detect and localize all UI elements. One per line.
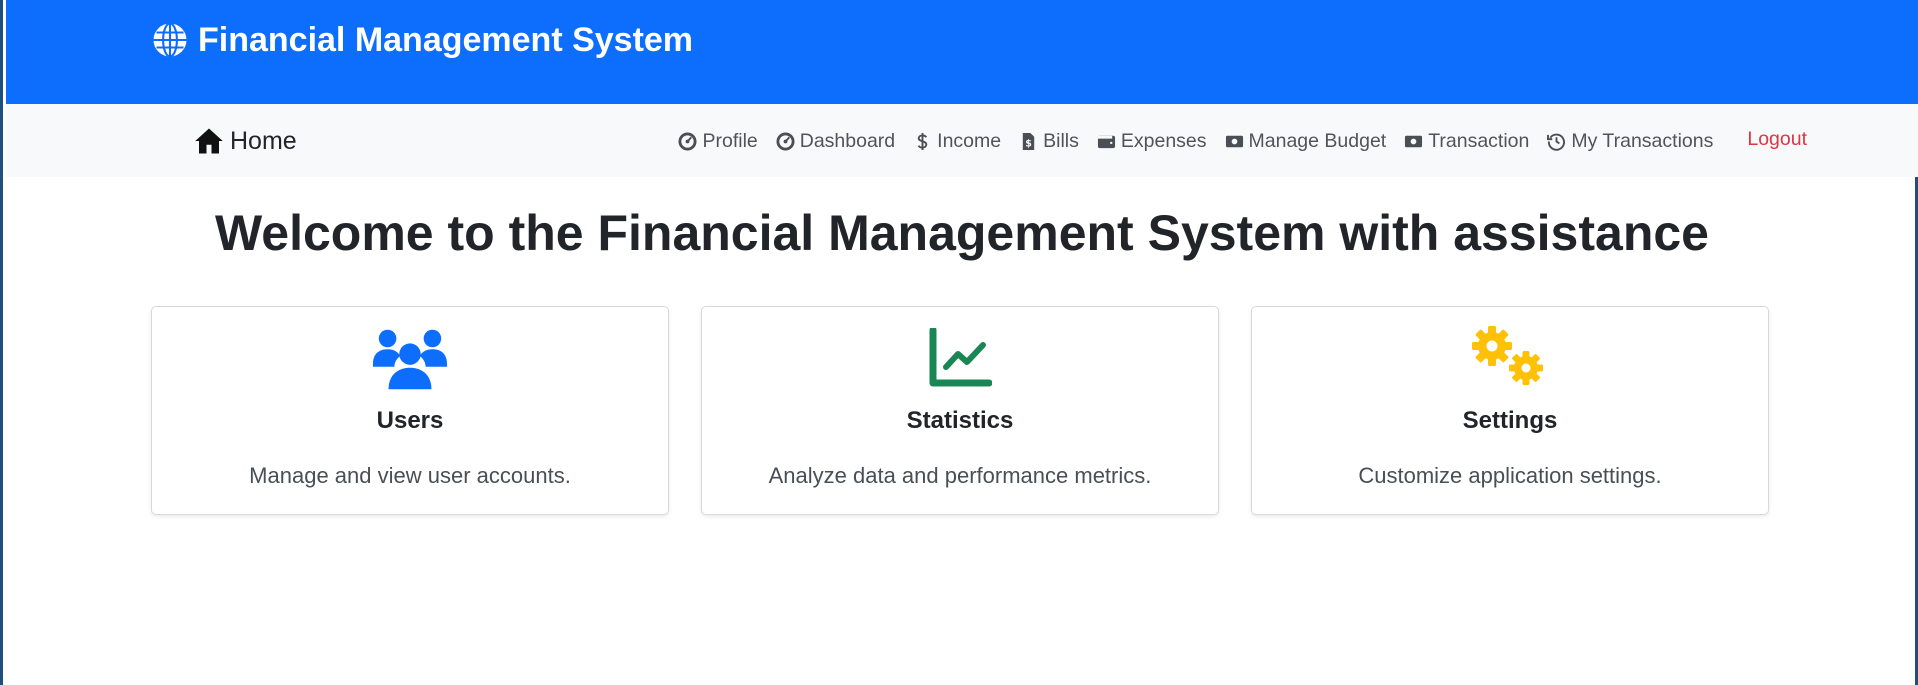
card-description: Customize application settings. [1358, 463, 1662, 488]
chart-line-icon [702, 325, 1218, 391]
globe-icon [153, 22, 187, 58]
nav-item-label: Profile [702, 129, 758, 152]
gauge-icon [776, 131, 795, 151]
nav-item-my-transactions[interactable]: My Transactions [1538, 130, 1722, 153]
nav-item-dashboard[interactable]: Dashboard [767, 130, 904, 153]
gears-icon [1252, 325, 1768, 391]
nav-item-label: Income [937, 129, 1002, 152]
nav-item-label: Expenses [1120, 129, 1207, 152]
wallet-icon [1097, 135, 1115, 148]
dollar-icon [917, 132, 928, 150]
gauge-icon [678, 131, 697, 151]
nav-logout[interactable]: Logout [1738, 128, 1816, 151]
nav-item-expenses[interactable]: Expenses [1088, 130, 1216, 153]
nav-home-label: Home [230, 126, 297, 155]
nav-item-profile[interactable]: Profile [669, 130, 766, 153]
users-icon [152, 325, 668, 391]
card-users[interactable]: Users Manage and view user accounts. [151, 306, 669, 515]
card-description: Manage and view user accounts. [249, 463, 571, 488]
card-title: Settings [1462, 407, 1558, 434]
nav-item-bills[interactable]: $ Bills [1010, 130, 1088, 153]
nav-item-label: Bills [1043, 129, 1079, 152]
receipt-icon: $ [1022, 132, 1035, 150]
card-description: Analyze data and performance metrics. [768, 463, 1152, 488]
money-bill-icon [1405, 135, 1423, 147]
nav-item-label: My Transactions [1571, 129, 1714, 152]
nav-item-label: Transaction [1428, 129, 1530, 152]
card-title: Statistics [906, 407, 1014, 434]
main-nav: Home Profile Dashboard Income $ Bills Ex… [6, 104, 1918, 177]
welcome-heading: Welcome to the Financial Management Syst… [215, 205, 1709, 261]
brand-title: Financial Management System [198, 20, 694, 59]
nav-item-income[interactable]: Income [904, 130, 1010, 153]
nav-links: Profile Dashboard Income $ Bills Expense… [669, 124, 1816, 158]
nav-item-manage-budget[interactable]: Manage Budget [1216, 130, 1396, 153]
history-icon [1547, 133, 1566, 151]
card-title: Users [376, 407, 444, 434]
top-header: Financial Management System [6, 0, 1918, 104]
nav-item-label: Dashboard [799, 129, 896, 152]
house-icon [195, 128, 223, 154]
money-bill-icon [1225, 135, 1243, 147]
svg-text:$: $ [1025, 138, 1032, 149]
nav-item-transaction[interactable]: Transaction [1395, 130, 1538, 153]
nav-logout-label: Logout [1747, 127, 1807, 150]
brand-link[interactable]: Financial Management System [152, 18, 693, 62]
card-statistics[interactable]: Statistics Analyze data and performance … [701, 306, 1219, 515]
app-window: Financial Management System Home Profile [0, 0, 1918, 685]
nav-item-label: Manage Budget [1248, 129, 1387, 152]
nav-home[interactable]: Home [194, 122, 297, 160]
card-settings[interactable]: Settings Customize application settings. [1251, 306, 1769, 515]
